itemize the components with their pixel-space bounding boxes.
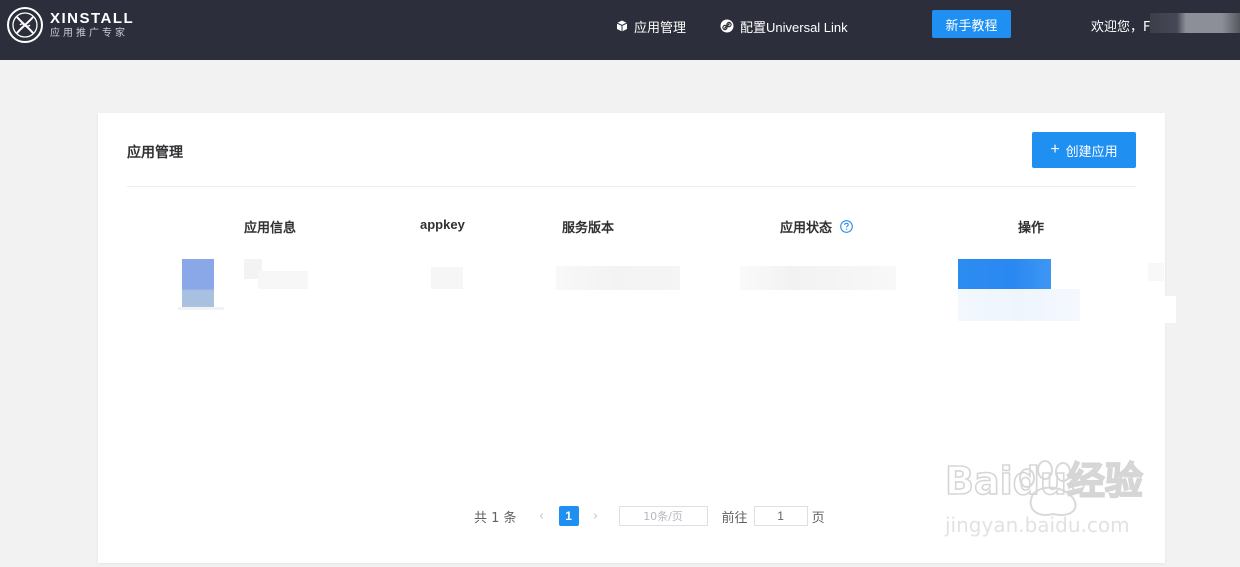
nav-app-management[interactable]: 应用管理	[616, 16, 686, 36]
xinstall-logo-icon	[7, 7, 43, 43]
overflow-artifact	[1160, 296, 1176, 323]
nav-app-management-label: 应用管理	[634, 20, 687, 36]
app-icon-redacted	[182, 259, 214, 310]
service-version-redacted	[556, 266, 680, 290]
nav-universal-link-label: 配置Universal Link	[740, 19, 848, 35]
cube-icon	[616, 20, 628, 32]
column-header-app-status-label: 应用状态	[780, 221, 833, 236]
brand-name: XINSTALL	[50, 10, 135, 27]
page-number-current[interactable]: 1	[558, 506, 579, 526]
create-app-label: 创建应用	[1065, 143, 1118, 159]
plus-icon: +	[1050, 141, 1060, 158]
help-icon[interactable]	[840, 220, 853, 233]
tutorial-button[interactable]: 新手教程	[932, 10, 1011, 38]
app-management-card: 应用管理 + 创建应用 应用信息 appkey 服务版本 应用状态 操作 共 1…	[98, 113, 1165, 563]
app-subtitle-redacted	[258, 271, 308, 289]
nav-universal-link[interactable]: 配置Universal Link	[720, 16, 848, 36]
page-size-select[interactable]: 10条/页	[618, 506, 708, 526]
app-status-redacted	[740, 266, 896, 290]
brand-logo[interactable]: XINSTALL 应用推广专家	[6, 6, 134, 44]
column-header-app-info: 应用信息	[244, 221, 297, 236]
welcome-text: 欢迎您，F	[1091, 20, 1151, 35]
create-app-button[interactable]: + 创建应用	[1032, 132, 1136, 168]
page-title: 应用管理	[127, 145, 183, 161]
goto-label: 前往	[721, 510, 748, 526]
username-redacted[interactable]	[1150, 13, 1240, 33]
column-header-app-status: 应用状态	[780, 217, 853, 236]
goto-page-input[interactable]	[753, 506, 808, 526]
link-icon	[720, 19, 734, 33]
action-button-redacted[interactable]	[958, 259, 1051, 289]
column-header-actions: 操作	[1018, 221, 1045, 236]
top-navbar: XINSTALL 应用推广专家 应用管理 配置Universal Link 新手…	[0, 0, 1240, 60]
column-header-appkey: appkey	[420, 217, 465, 232]
header-divider	[127, 186, 1136, 187]
pagination-total: 共 1 条	[474, 510, 517, 526]
chevron-left-icon[interactable]: ‹	[531, 509, 553, 524]
row-extra-redacted	[1148, 263, 1164, 281]
pagination: 共 1 条 ‹ 1 › 10条/页 前往 页	[474, 506, 825, 526]
page-unit-label: 页	[811, 510, 825, 526]
app-icon-shadow	[178, 307, 224, 310]
action-secondary-redacted[interactable]	[958, 289, 1080, 321]
brand-tagline: 应用推广专家	[50, 28, 128, 39]
appkey-redacted	[431, 267, 463, 289]
chevron-right-icon[interactable]: ›	[585, 509, 607, 524]
column-header-service-version: 服务版本	[562, 221, 615, 236]
